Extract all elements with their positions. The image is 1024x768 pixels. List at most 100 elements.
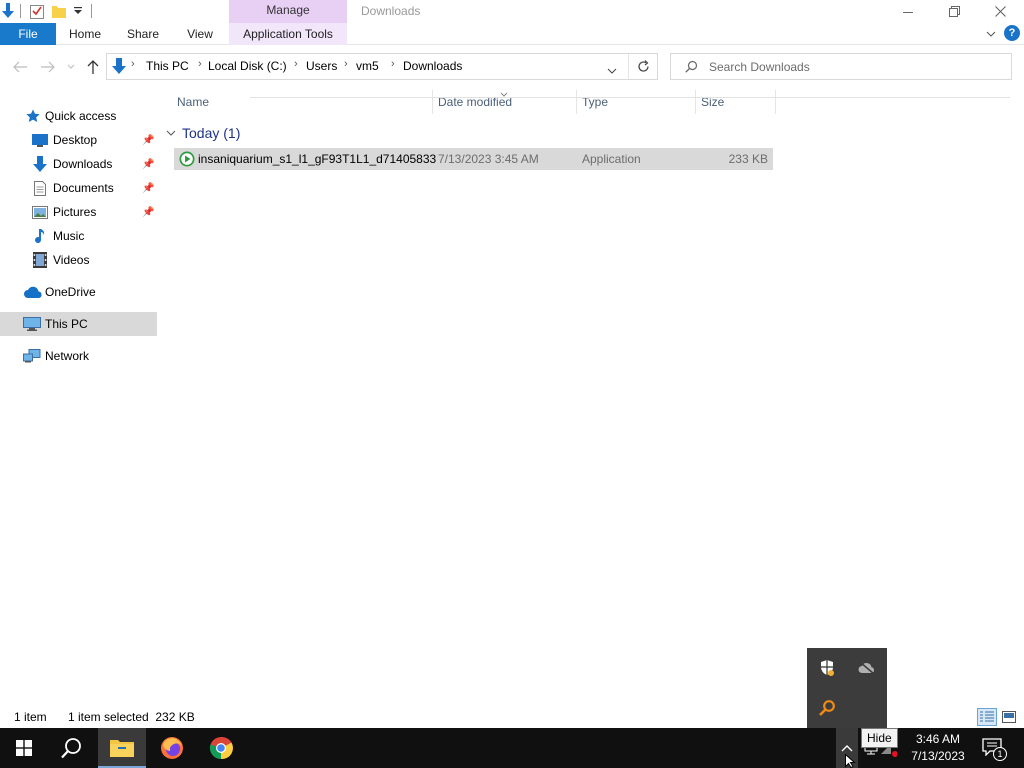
back-button[interactable]: [10, 57, 30, 77]
chevron-right-icon[interactable]: ›: [294, 58, 298, 70]
tab-application-tools[interactable]: Application Tools: [229, 23, 347, 45]
help-icon[interactable]: ?: [1004, 25, 1020, 41]
taskbar-file-explorer[interactable]: [98, 728, 146, 768]
large-icons-view-icon[interactable]: [1000, 709, 1018, 725]
customize-qat-icon[interactable]: [73, 3, 83, 19]
clock-time: 3:46 AM: [915, 732, 961, 746]
chevron-down-icon[interactable]: [985, 27, 997, 41]
tray-overflow-flyout: [807, 648, 887, 728]
computer-icon: [23, 316, 41, 332]
file-list: Name Date modified Type Size Today (1) i…: [160, 86, 1024, 706]
sidebar-item-network[interactable]: Network: [0, 344, 157, 368]
mouse-cursor-icon: [845, 753, 857, 768]
sidebar-item-label: OneDrive: [45, 285, 96, 299]
tab-file[interactable]: File: [0, 23, 56, 45]
sidebar-item-desktop[interactable]: Desktop 📌: [0, 128, 157, 152]
file-type: Application: [582, 152, 641, 166]
recent-locations-button[interactable]: [61, 57, 81, 77]
application-play-icon: [179, 151, 195, 170]
file-size: 233 KB: [728, 152, 768, 166]
new-folder-icon[interactable]: [51, 3, 67, 19]
taskbar-chrome[interactable]: [197, 728, 245, 768]
film-icon: [32, 252, 48, 268]
group-label: Today (1): [182, 125, 241, 141]
pin-icon: 📌: [142, 158, 155, 170]
taskbar-search-button[interactable]: [48, 728, 96, 768]
tab-home[interactable]: Home: [62, 23, 108, 45]
clock-date: 7/13/2023: [911, 749, 965, 763]
search-box[interactable]: [670, 53, 1012, 80]
hide-tooltip: Hide: [861, 728, 898, 748]
sidebar-item-label: Network: [45, 349, 90, 363]
breadcrumb-vm5[interactable]: vm5: [356, 59, 379, 73]
network-icon: [23, 348, 41, 364]
sidebar-item-music[interactable]: Music: [0, 224, 157, 248]
search-input[interactable]: [709, 54, 1004, 79]
notification-badge: 1: [993, 747, 1007, 761]
breadcrumb-this-pc[interactable]: This PC: [146, 59, 189, 73]
action-center-icon[interactable]: 1: [980, 736, 1008, 761]
qat-divider: [20, 4, 21, 18]
desktop-icon: [32, 132, 48, 148]
sidebar-item-documents[interactable]: Documents 📌: [0, 176, 157, 200]
properties-icon[interactable]: [29, 3, 45, 19]
address-bar[interactable]: › This PC › Local Disk (C:) › Users › vm…: [106, 53, 658, 80]
refresh-icon[interactable]: [637, 60, 650, 76]
close-button[interactable]: [977, 0, 1023, 23]
column-header-size[interactable]: Size: [695, 90, 776, 114]
download-arrow-icon[interactable]: [0, 2, 16, 20]
breadcrumb-local-disk[interactable]: Local Disk (C:): [208, 59, 287, 73]
table-row[interactable]: insaniquarium_s1_l1_gF93T1L1_d71405833 7…: [174, 148, 773, 170]
chevron-down-icon[interactable]: [166, 128, 176, 138]
chevron-right-icon[interactable]: ›: [344, 58, 348, 70]
address-divider: [628, 54, 629, 79]
column-header-name[interactable]: Name: [171, 90, 433, 114]
maximize-button[interactable]: [931, 0, 977, 23]
onedrive-offline-icon[interactable]: [855, 656, 879, 680]
pin-icon: 📌: [142, 134, 155, 146]
start-button[interactable]: [0, 728, 48, 768]
address-dropdown-icon[interactable]: [607, 63, 617, 77]
status-item-count: 1 item: [14, 710, 47, 724]
ribbon-tabs: File Home Share View Application Tools ?: [0, 23, 1024, 45]
sidebar-item-this-pc[interactable]: This PC: [0, 312, 157, 336]
minimize-button[interactable]: [885, 0, 931, 23]
breadcrumb-users[interactable]: Users: [306, 59, 337, 73]
tab-view[interactable]: View: [177, 23, 223, 45]
chevron-right-icon[interactable]: ›: [131, 58, 135, 70]
title-bar: Manage Downloads: [0, 0, 1024, 23]
quick-access-toolbar: [0, 2, 92, 20]
music-note-icon: [32, 228, 48, 244]
group-header-today[interactable]: Today (1): [166, 122, 240, 144]
file-date: 7/13/2023 3:45 AM: [438, 152, 539, 166]
tab-manage[interactable]: Manage: [229, 0, 347, 23]
tab-share[interactable]: Share: [120, 23, 166, 45]
navigation-pane: Quick access Desktop 📌 Downloads 📌 Docum…: [0, 86, 157, 706]
search-magnifier-icon[interactable]: [815, 696, 839, 720]
download-arrow-icon: [32, 156, 48, 172]
breadcrumb-downloads[interactable]: Downloads: [403, 59, 462, 73]
sidebar-item-label: This PC: [45, 317, 88, 331]
pictures-icon: [32, 204, 48, 220]
chevron-right-icon[interactable]: ›: [198, 58, 202, 70]
cloud-icon: [23, 284, 43, 300]
taskbar-firefox[interactable]: [148, 728, 196, 768]
column-header-type[interactable]: Type: [576, 90, 696, 114]
sidebar-item-onedrive[interactable]: OneDrive: [0, 280, 157, 304]
window-title: Downloads: [361, 4, 421, 18]
sidebar-item-pictures[interactable]: Pictures 📌: [0, 200, 157, 224]
chevron-right-icon[interactable]: ›: [391, 58, 395, 70]
sidebar-item-label: Downloads: [53, 157, 113, 171]
sidebar-item-label: Documents: [53, 181, 114, 195]
qat-divider: [91, 4, 92, 18]
sidebar-item-quick-access[interactable]: Quick access: [0, 104, 157, 128]
sidebar-item-label: Quick access: [45, 109, 117, 123]
forward-button[interactable]: [38, 57, 58, 77]
sidebar-item-downloads[interactable]: Downloads 📌: [0, 152, 157, 176]
sidebar-item-videos[interactable]: Videos: [0, 248, 157, 272]
details-view-icon[interactable]: [977, 708, 997, 726]
address-row: › This PC › Local Disk (C:) › Users › vm…: [0, 46, 1024, 86]
security-shield-icon[interactable]: [815, 656, 839, 680]
up-button[interactable]: [83, 57, 103, 77]
taskbar-clock[interactable]: 3:46 AM 7/13/2023: [902, 731, 974, 765]
